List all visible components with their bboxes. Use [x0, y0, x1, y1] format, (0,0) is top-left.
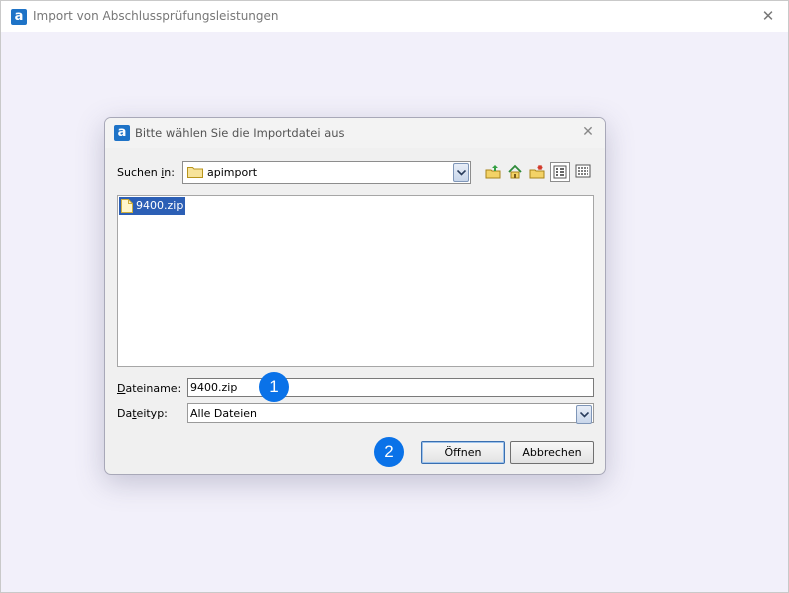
up-folder-icon	[485, 165, 501, 179]
cancel-button[interactable]: Abbrechen	[510, 441, 594, 464]
open-button[interactable]: Öffnen	[421, 441, 505, 464]
list-view-icon	[553, 165, 567, 179]
details-view-icon	[575, 164, 591, 178]
chevron-down-icon	[580, 412, 589, 418]
new-folder-icon	[529, 165, 545, 179]
look-in-dropdown[interactable]: apimport	[182, 161, 471, 184]
folder-icon	[187, 167, 203, 178]
filetype-dropdown-button[interactable]	[576, 405, 592, 424]
list-view-button[interactable]	[550, 162, 570, 182]
window-close-button[interactable]: ✕	[758, 6, 778, 26]
filetype-label: Dateityp:	[117, 407, 168, 420]
window-title: Import von Abschlussprüfungsleistungen	[33, 9, 279, 23]
filetype-value: Alle Dateien	[190, 407, 257, 420]
file-icon	[121, 199, 133, 213]
look-in-value: apimport	[207, 166, 258, 179]
filename-label: Dateiname:	[117, 382, 182, 395]
dialog-title: Bitte wählen Sie die Importdatei aus	[135, 126, 345, 140]
window-titlebar: a Import von Abschlussprüfungsleistungen…	[1, 1, 788, 32]
filename-input[interactable]: 9400.zip	[187, 378, 594, 397]
file-name: 9400.zip	[136, 199, 184, 212]
up-folder-button[interactable]	[483, 162, 503, 182]
step-badge-1: 1	[259, 372, 289, 402]
look-in-dropdown-button[interactable]	[453, 163, 469, 182]
look-in-label: Suchen in:	[117, 166, 175, 179]
main-window: a Import von Abschlussprüfungsleistungen…	[0, 0, 789, 593]
file-open-dialog: a Bitte wählen Sie die Importdatei aus ✕…	[104, 117, 606, 475]
dialog-titlebar: a Bitte wählen Sie die Importdatei aus ✕	[105, 118, 605, 148]
list-item[interactable]: 9400.zip	[119, 197, 186, 215]
app-logo-icon: a	[114, 125, 130, 141]
file-list[interactable]: 9400.zip	[117, 195, 594, 367]
home-icon	[508, 164, 522, 179]
app-logo-icon: a	[11, 9, 27, 25]
chevron-down-icon	[457, 170, 466, 176]
filetype-dropdown[interactable]: Alle Dateien	[187, 403, 594, 424]
step-badge-2: 2	[374, 437, 404, 467]
details-view-button[interactable]	[573, 162, 593, 182]
dialog-close-button[interactable]: ✕	[579, 123, 597, 141]
new-folder-button[interactable]	[527, 162, 547, 182]
home-button[interactable]	[505, 162, 525, 182]
